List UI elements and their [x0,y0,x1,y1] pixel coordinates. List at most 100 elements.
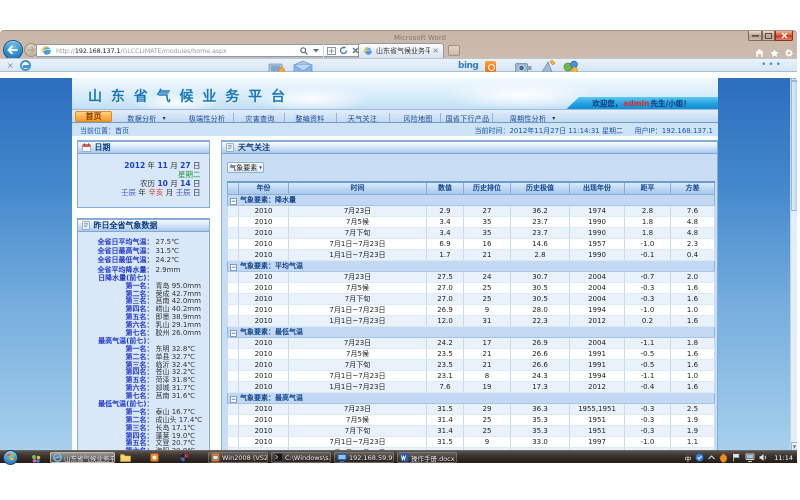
favorites-star-icon[interactable] [768,47,780,58]
network-icon[interactable] [745,453,755,462]
column-header[interactable]: 年份 [239,182,289,195]
taskbar-button[interactable]: Win2008 (VS2... [208,452,268,463]
group-header-row[interactable]: −气象要素：平均气温 [228,261,715,272]
refresh-icon[interactable] [337,45,349,56]
stat-label: 全省日平均气温： [98,238,154,247]
compatibility-view-icon[interactable] [325,45,337,56]
collapse-icon[interactable]: − [230,330,237,337]
table-cell: 2010 [239,437,289,448]
element-dropdown-button[interactable]: 气象要素▾ [227,162,264,173]
scrollbar-thumb[interactable] [791,81,797,211]
expand-cell [228,338,239,349]
table-row[interactable]: 20107月1日~7月23日6.91614.61957-1.02.3 [228,239,715,250]
table-row[interactable]: 20107月5候23.52126.61991-0.51.6 [228,349,715,360]
taskbar-button[interactable]: C:\Windows\s... [271,452,331,463]
taskbar-button[interactable]: 192.168.59.99... [334,452,394,463]
table-row[interactable]: 20101月1日~7月23日1.7212.81990-0.10.4 [228,250,715,261]
table-row[interactable]: 20107月下旬3.43523.719901.84.8 [228,228,715,239]
rdp-taskbar-icon [337,453,347,462]
taskbar-button[interactable] [178,452,205,463]
table-row[interactable]: 20107月下旬23.52126.61991-0.51.6 [228,360,715,371]
blocker-icon[interactable] [20,60,31,71]
new-tab-button[interactable] [448,45,460,56]
date-part: 辛亥 [148,188,163,197]
table-cell: -1.0 [625,239,671,250]
browser-command-icons [753,47,795,58]
collapse-icon[interactable]: − [230,264,237,271]
tools-gear-icon[interactable] [783,47,795,58]
table-row[interactable]: 20107月5候3.43523.719901.84.8 [228,217,715,228]
close-button[interactable] [775,31,793,41]
show-hidden-icons-icon[interactable] [708,455,715,460]
group-header-row[interactable]: −气象要素：最高气温 [228,393,715,404]
collapse-icon[interactable]: − [230,396,237,403]
volume-icon[interactable] [759,453,767,462]
welcome-username: admin [623,99,649,108]
column-header[interactable]: 出现年份 [570,182,625,195]
expand-cell [228,239,239,250]
back-button[interactable] [3,40,23,60]
orange-app-taskbar-icon [150,453,159,462]
nav-item-home[interactable]: 首页 [75,111,112,122]
taskbar-button[interactable]: 山东省气候业务平... [50,452,115,463]
toolbar-close-icon[interactable]: × [7,62,14,70]
browser-tab[interactable]: 山东省气候业务平... × [358,43,444,58]
action-center-flag-icon[interactable] [732,453,741,462]
table-row[interactable]: 20107月5候27.02530.52004-0.31.6 [228,283,715,294]
quick-launch-icon[interactable] [31,454,41,463]
bing-button-icon[interactable] [485,61,496,72]
table-cell: 1.6 [671,382,715,393]
table-cell: 2.5 [671,404,715,415]
group-header-row[interactable]: −气象要素：降水量 [228,195,715,206]
taskbar-button[interactable] [148,452,175,463]
toolbar-overflow-dots[interactable]: ••• [761,60,783,70]
taskbar-clock[interactable]: 11:14 [774,454,793,462]
column-header[interactable]: 历史排位 [464,182,511,195]
address-bar[interactable]: http://192.168.137.1/GLCCLIMATE/modules/… [36,44,362,57]
table-cell: 0.4 [671,250,715,261]
autocomplete-dropdown-icon[interactable] [310,45,322,56]
table-row[interactable]: 20107月23日31.52936.31955,1951-0.32.5 [228,404,715,415]
table-cell: 7月1日~7月23日 [289,437,427,448]
tray-app-icon[interactable] [695,453,704,462]
table-row[interactable]: 20107月1日~7月23日23.1824.31994-1.11.0 [228,371,715,382]
table-row[interactable]: 20101月1日~7月23日12.03122.320120.21.6 [228,316,715,327]
table-row[interactable]: 20101月1日~7月23日7.61917.32012-0.41.6 [228,382,715,393]
table-row[interactable]: 20107月1日~7月23日26.9928.01994-1.01.0 [228,305,715,316]
column-header[interactable]: 时间 [289,182,427,195]
maximize-button[interactable] [762,31,775,41]
table-cell: 1991 [570,349,625,360]
table-cell: 35.3 [511,426,570,437]
column-header[interactable]: 方差 [671,182,715,195]
table-row[interactable]: 20107月1日~7月23日31.5933.01997-1.01.1 [228,437,715,448]
table-cell: 24 [464,272,511,283]
taskbar-button[interactable] [118,452,145,463]
column-header[interactable]: 数值 [427,182,464,195]
table-row[interactable]: 20107月5候31.42535.31951-0.31.9 [228,415,715,426]
table-row[interactable]: 20107月下旬31.42535.31951-0.31.9 [228,426,715,437]
table-cell: 2010 [239,305,289,316]
input-language-indicator[interactable]: 中 [685,453,692,463]
home-icon[interactable] [753,47,765,58]
table-cell: 2010 [239,426,289,437]
taskbar-button[interactable]: 操作手册.docx .. [397,452,457,463]
table-cell: 2004 [570,338,625,349]
collapse-icon[interactable]: − [230,198,237,205]
scrollbar-up-icon[interactable]: ▲ [791,72,797,81]
start-button[interactable] [3,450,18,465]
column-header[interactable]: 历史极值 [511,182,570,195]
search-icon[interactable] [298,45,310,56]
table-row[interactable]: 20107月下旬27.02530.52004-0.31.6 [228,294,715,305]
group-header-row[interactable]: −气象要素：最低气温 [228,327,715,338]
security-tray-icon[interactable] [719,453,728,463]
bing-logo[interactable]: bing [458,61,478,71]
minimize-button[interactable] [748,31,762,41]
table-cell: 2010 [239,228,289,239]
table-cell: 33.0 [511,437,570,448]
tab-close-icon[interactable]: × [432,47,439,55]
column-header[interactable]: 距平 [625,182,671,195]
table-row[interactable]: 20107月23日24.21726.92004-1.11.8 [228,338,715,349]
table-row[interactable]: 20107月23日27.52430.72004-0.72.0 [228,272,715,283]
vertical-scrollbar[interactable]: ▲ ▼ [790,72,797,451]
table-row[interactable]: 20107月23日2.92736.219742.87.6 [228,206,715,217]
